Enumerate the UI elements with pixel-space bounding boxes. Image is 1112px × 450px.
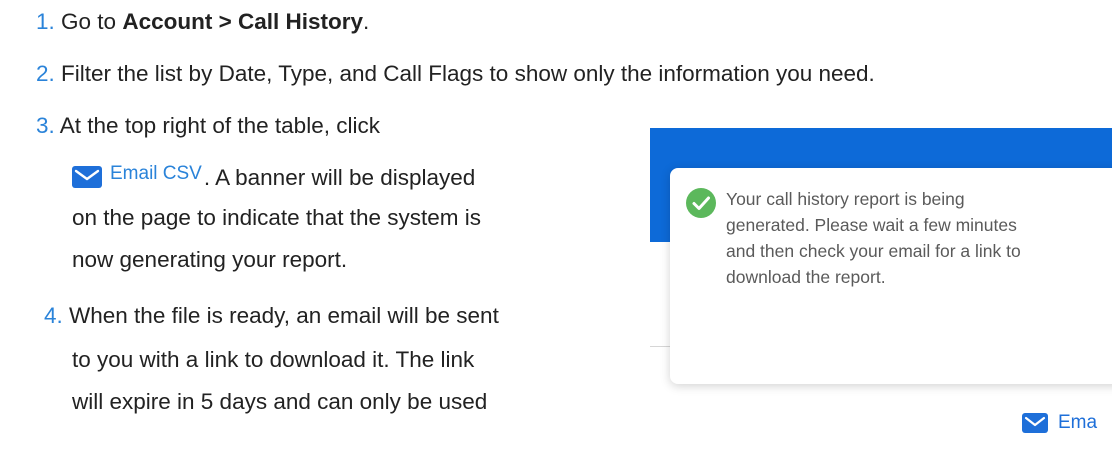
step-3-line-3: on the page to indicate that the system … bbox=[72, 200, 481, 236]
banner-message: Your call history report is being genera… bbox=[726, 189, 1021, 287]
step-text: At the top right of the table, click bbox=[59, 113, 380, 138]
step-4-line-3: will expire in 5 days and can only be us… bbox=[72, 384, 487, 420]
step-text: Filter the list by Date, Type, and Call … bbox=[61, 61, 875, 86]
step-text: on the page to indicate that the system … bbox=[72, 205, 481, 230]
check-circle-icon bbox=[686, 188, 716, 218]
step-4: 4. When the file is ready, an email will… bbox=[44, 298, 499, 334]
step-3: 3. At the top right of the table, click bbox=[36, 108, 380, 144]
mail-icon bbox=[72, 166, 102, 188]
step-1: 1. Go to Account > Call History. bbox=[36, 4, 369, 40]
step-3-line-4: now generating your report. bbox=[72, 242, 347, 278]
step-number: 2. bbox=[36, 61, 55, 86]
step-text-end: . bbox=[363, 9, 370, 34]
step-text: now generating your report. bbox=[72, 247, 348, 272]
email-csv-button-label: Ema bbox=[1058, 412, 1098, 433]
email-csv-button[interactable]: Ema bbox=[1022, 412, 1097, 434]
step-text: When the file is ready, an email will be… bbox=[69, 303, 499, 328]
step-number: 1. bbox=[36, 9, 55, 34]
mail-icon bbox=[1022, 413, 1048, 433]
step-nav-path: Account > Call History bbox=[122, 9, 364, 34]
step-number: 3. bbox=[36, 113, 55, 138]
step-2: 2. Filter the list by Date, Type, and Ca… bbox=[36, 56, 875, 92]
step-text: will expire in 5 days and can only be us… bbox=[72, 389, 488, 414]
step-text: to you with a link to download it. The l… bbox=[72, 347, 475, 372]
step-4-line-2: to you with a link to download it. The l… bbox=[72, 342, 474, 378]
step-text: . A banner will be displayed bbox=[203, 165, 476, 190]
app-screenshot: Your call history report is being genera… bbox=[650, 128, 1112, 450]
email-csv-label: Email CSV bbox=[110, 163, 202, 184]
step-text: Go to bbox=[61, 9, 123, 34]
step-3-line-2: Email CSV . A banner will be displayed bbox=[72, 156, 475, 196]
step-number: 4. bbox=[44, 303, 63, 328]
email-csv-inline-button: Email CSV bbox=[72, 156, 204, 192]
